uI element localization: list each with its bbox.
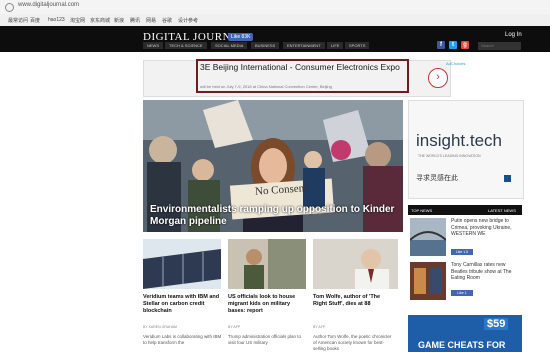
article-excerpt: Veridium Labs is collaborating with IBM … — [143, 334, 222, 345]
tab-latest-news[interactable]: LATEST NEWS — [488, 208, 516, 213]
top-news-item[interactable]: Tony Carnillas rates new Beatles tribute… — [408, 262, 522, 302]
facebook-like-button[interactable]: Like 1.5 — [451, 249, 473, 255]
insight-ad-tagline: THE WORLD'S LEADING INNOVATION — [418, 154, 481, 158]
insight-ad-cta[interactable]: 寻求灵感在此 — [416, 173, 458, 183]
facebook-like-button[interactable]: Like 1 — [451, 290, 473, 296]
bookmark-item[interactable]: hao123 — [48, 17, 65, 23]
bookmark-item[interactable]: 谷歌 — [162, 17, 172, 24]
nav-sports[interactable]: SPORTS — [345, 42, 370, 49]
nav-tech-science[interactable]: TECH & SCIENCE — [165, 42, 207, 49]
bridge-thumbnail — [410, 218, 446, 256]
bookmark-item[interactable]: 新浪 — [114, 17, 124, 24]
nav-news[interactable]: NEWS — [143, 42, 163, 49]
twitter-icon[interactable]: t — [449, 41, 457, 49]
insight-ad-brand[interactable]: insight.tech — [416, 131, 502, 151]
nav-social-media[interactable]: SOCIAL MEDIA — [211, 42, 248, 49]
article-thumbnail[interactable] — [143, 239, 221, 289]
solar-panels-image — [143, 239, 221, 289]
top-news-item[interactable]: Putin opens new bridge to Crimea, provok… — [408, 218, 522, 258]
googleplus-icon[interactable]: g — [461, 41, 469, 49]
games-ad-title[interactable]: GAME CHEATS FOR — [418, 340, 505, 350]
address-bar[interactable]: www.digitaljournal.com — [0, 0, 550, 15]
top-news-tabs: TOP NEWS LATEST NEWS — [408, 205, 522, 215]
bookmark-item[interactable]: 网易 — [146, 17, 156, 24]
nav-business[interactable]: BUSINESS — [251, 42, 280, 49]
bookmark-item[interactable]: 最常访问 — [8, 17, 28, 24]
article-title[interactable]: US officials look to house migrant kids … — [228, 294, 308, 315]
show-thumbnail — [410, 262, 446, 300]
nav-entertainment[interactable]: ENTERTAINMENT — [283, 42, 325, 49]
ad-subtitle: will be held on July 7-9, 2018 at China … — [200, 84, 332, 89]
article-byline[interactable]: BY KAREN GRAHAM — [143, 325, 177, 329]
article-title[interactable]: Veridium teams with IBM and Stellar on c… — [143, 294, 223, 315]
article-thumbnail[interactable] — [228, 239, 306, 289]
article-title[interactable]: Tom Wolfe, author of 'The Right Stuff', … — [313, 294, 393, 308]
globe-icon — [5, 3, 14, 12]
nav-life[interactable]: LIFE — [327, 42, 344, 49]
article-byline[interactable]: BY AFP — [313, 325, 325, 329]
top-news-headline[interactable]: Putin opens new bridge to Crimea, provok… — [451, 218, 521, 238]
hero-headline[interactable]: Environmentalists ramping up opposition … — [150, 204, 400, 228]
tom-wolfe-image — [313, 239, 398, 289]
article-byline[interactable]: BY AFP — [228, 325, 240, 329]
top-news-headline[interactable]: Tony Carnillas rates new Beatles tribute… — [451, 262, 521, 282]
bookmark-item[interactable]: 京东商城 — [90, 17, 110, 24]
facebook-like-button[interactable]: Like 83K — [228, 33, 254, 41]
search-input[interactable]: Search — [478, 42, 521, 50]
article-thumbnail[interactable] — [313, 239, 398, 289]
article-excerpt: Author Tom Wolfe, the poetic chronicler … — [313, 334, 392, 351]
url-text[interactable]: www.digitaljournal.com — [18, 2, 79, 8]
adchoices-label[interactable]: AdChoices — [446, 61, 465, 66]
bookmark-item[interactable]: 腾讯 — [130, 17, 140, 24]
play-icon[interactable] — [504, 175, 511, 182]
article-excerpt: Trump administration officials plan to v… — [228, 334, 302, 345]
tab-top-news[interactable]: TOP NEWS — [411, 208, 432, 213]
bookmark-item[interactable]: 设计参考 — [178, 17, 198, 24]
ad-title[interactable]: 3E Beijing International - Consumer Elec… — [200, 62, 405, 72]
ad-arrow-icon[interactable]: › — [428, 68, 448, 88]
facebook-icon[interactable]: f — [437, 41, 445, 49]
login-link[interactable]: Log In — [505, 32, 522, 38]
bookmark-item[interactable]: 百度 — [30, 17, 40, 24]
bookmark-item[interactable]: 淘宝网 — [70, 17, 85, 24]
border-officer-image — [228, 239, 306, 289]
games-ad-price: $59 — [484, 318, 509, 330]
